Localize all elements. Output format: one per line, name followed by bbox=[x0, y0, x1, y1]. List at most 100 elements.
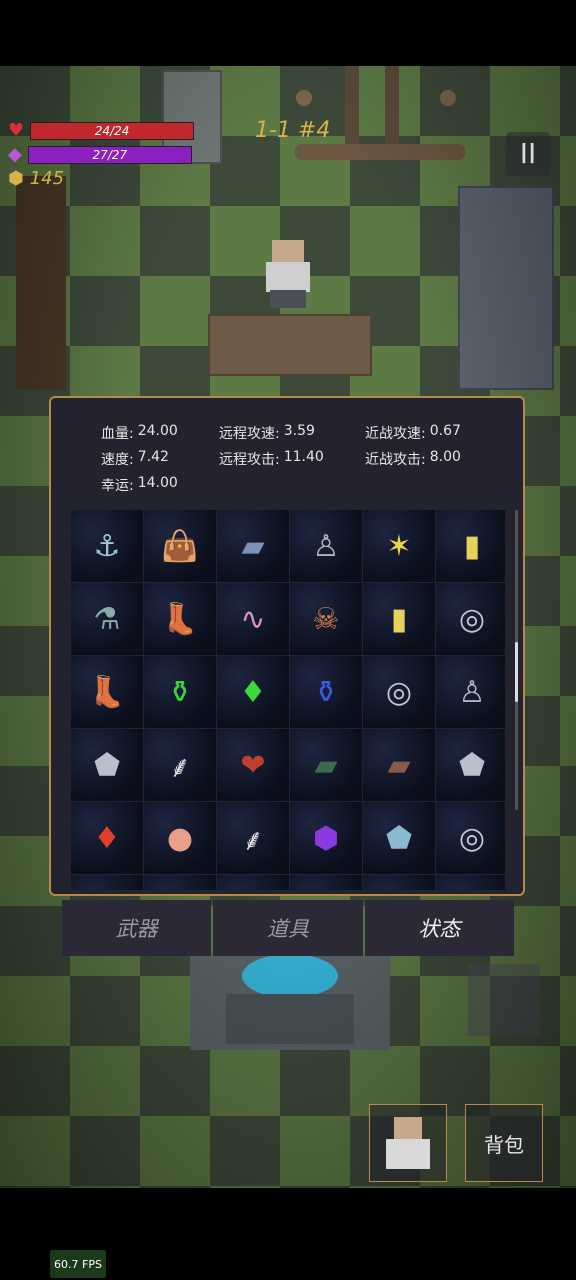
inventory-slot[interactable]: ▮ bbox=[436, 510, 505, 582]
stat-value-ranged-attack: 11.40 bbox=[283, 449, 324, 465]
inventory-grid: ⚓ 👜 ▰ ♙ ✶ ▮ ⚗ 👢 ∿ ☠ ▮ ◎ 👢 ⚱ ♦ ⚱ ◎ ♙ ⬟ ⸙ ❤ ▰ ▰ ⬟ ♦ ● ⸙ ⬢ ⬟ ◎ bbox=[71, 510, 505, 890]
inventory-slot[interactable]: ⚓ bbox=[71, 510, 143, 582]
inventory-slot[interactable]: ⬟ bbox=[363, 802, 435, 874]
inventory-slot[interactable]: ◎ bbox=[436, 802, 505, 874]
inventory-slot[interactable]: ❤ bbox=[217, 729, 289, 801]
tab-status[interactable]: 状态 bbox=[364, 900, 514, 956]
tab-weapons[interactable]: 武器 bbox=[62, 900, 212, 956]
old-man-avatar-icon bbox=[386, 1117, 430, 1169]
silver-ring-icon: ◎ bbox=[458, 601, 486, 637]
inventory-slot[interactable] bbox=[363, 875, 435, 890]
stat-label-hp: 血量: bbox=[101, 426, 134, 442]
silver-ring-icon: ◎ bbox=[385, 674, 413, 710]
inventory-slot[interactable]: ☠ bbox=[290, 583, 362, 655]
fps-counter: 60.7 FPS bbox=[50, 1250, 106, 1278]
portal[interactable] bbox=[190, 954, 390, 1050]
inventory-slot[interactable] bbox=[217, 875, 289, 890]
tab-items[interactable]: 道具 bbox=[213, 900, 363, 956]
inventory-slot[interactable]: ▰ bbox=[363, 729, 435, 801]
inventory-slot[interactable]: ∿ bbox=[217, 583, 289, 655]
yellow-card-icon: ▮ bbox=[463, 528, 481, 564]
stat-value-ranged-speed: 3.59 bbox=[283, 423, 315, 439]
stat-label-melee-speed: 近战攻速: bbox=[365, 426, 426, 442]
crate[interactable] bbox=[468, 964, 540, 1036]
boots-icon: 👢 bbox=[88, 674, 126, 710]
inventory-slot[interactable]: ⬟ bbox=[71, 729, 143, 801]
mp-text: 27/27 bbox=[92, 147, 128, 162]
inventory-slot[interactable]: ◎ bbox=[363, 656, 435, 728]
stat-value-melee-speed: 0.67 bbox=[429, 423, 461, 439]
inventory-slot[interactable]: 👜 bbox=[144, 510, 216, 582]
inventory-slot[interactable]: ✶ bbox=[363, 510, 435, 582]
boots-icon: 👢 bbox=[161, 601, 199, 637]
scrollbar-thumb[interactable] bbox=[515, 642, 518, 702]
silver-ore-icon: ⬟ bbox=[93, 747, 121, 783]
inventory-slot[interactable]: ⸙ bbox=[144, 729, 216, 801]
red-crystal-icon: ♦ bbox=[93, 820, 121, 856]
hp-text: 24/24 bbox=[94, 123, 130, 138]
inventory-slot[interactable]: ▰ bbox=[217, 510, 289, 582]
green-book-icon: ▰ bbox=[314, 747, 338, 783]
green-potion-icon: ⚱ bbox=[167, 674, 193, 710]
inventory-slot[interactable] bbox=[71, 875, 143, 890]
inventory-slot[interactable]: ◎ bbox=[436, 583, 505, 655]
inventory-slot[interactable]: ⚱ bbox=[144, 656, 216, 728]
stat-label-luck: 幸运: bbox=[101, 478, 134, 494]
silver-ring-icon: ◎ bbox=[458, 820, 486, 856]
star-charm-icon: ✶ bbox=[386, 528, 412, 564]
sack-icon: 👜 bbox=[161, 528, 199, 564]
white-feather-icon: ⸙ bbox=[241, 822, 265, 858]
inventory-slot[interactable]: ♙ bbox=[290, 510, 362, 582]
bag-button[interactable]: 背包 bbox=[465, 1104, 543, 1182]
inventory-slot[interactable]: ♦ bbox=[217, 656, 289, 728]
npc-old-man[interactable] bbox=[256, 236, 320, 308]
worm-icon: ∿ bbox=[240, 601, 266, 637]
stats-row: 幸运: 14.00 bbox=[101, 472, 461, 498]
inventory-slot[interactable]: ⚱ bbox=[290, 656, 362, 728]
stat-label-melee-attack: 近战攻击: bbox=[365, 452, 426, 468]
stat-label-speed: 速度: bbox=[101, 452, 134, 468]
inventory-slot[interactable]: ♦ bbox=[71, 802, 143, 874]
inventory-slot[interactable]: ⸙ bbox=[217, 802, 289, 874]
cloak-icon: ♙ bbox=[312, 528, 340, 564]
character-button[interactable] bbox=[369, 1104, 447, 1182]
cloak-icon: ♙ bbox=[458, 674, 486, 710]
blue-ore-icon: ⬟ bbox=[385, 820, 413, 856]
inventory-slot[interactable]: 👢 bbox=[71, 656, 143, 728]
stat-label-ranged-speed: 远程攻速: bbox=[219, 426, 280, 442]
inventory-slot[interactable] bbox=[436, 875, 505, 890]
silver-ore-icon: ⬟ bbox=[458, 747, 486, 783]
pause-button[interactable]: II bbox=[506, 132, 550, 176]
yellow-card-icon: ▮ bbox=[390, 601, 408, 637]
inventory-slot[interactable]: 👢 bbox=[144, 583, 216, 655]
spiky-skull-icon: ☠ bbox=[312, 601, 340, 637]
inventory-slot[interactable] bbox=[144, 875, 216, 890]
brown-book-icon: ▰ bbox=[387, 747, 411, 783]
mana-gem-icon: ◆ bbox=[8, 144, 22, 165]
inventory-slot[interactable]: ⬟ bbox=[436, 729, 505, 801]
white-feather-icon: ⸙ bbox=[168, 749, 192, 785]
inventory-slot[interactable]: ⚗ bbox=[71, 583, 143, 655]
stage-label: 1-1 #4 bbox=[255, 118, 331, 143]
heart-icon: ♥ bbox=[8, 120, 25, 141]
hp-bar: 24/24 bbox=[30, 121, 195, 140]
inventory-slot[interactable]: ▮ bbox=[363, 583, 435, 655]
bookshelf-left bbox=[16, 176, 66, 390]
mp-row: ◆ 27/27 bbox=[8, 144, 192, 165]
apple-icon: ● bbox=[166, 820, 194, 856]
stat-value-speed: 7.42 bbox=[137, 449, 169, 465]
red-heart-relic-icon: ❤ bbox=[240, 747, 266, 783]
shelf-right bbox=[458, 186, 554, 390]
gold-coin-icon: ⬢ bbox=[8, 168, 24, 189]
purple-gem-icon: ⬢ bbox=[312, 820, 340, 856]
inventory-slot[interactable] bbox=[290, 875, 362, 890]
gold-row: ⬢ 145 bbox=[8, 168, 64, 189]
inventory-slot[interactable]: ● bbox=[144, 802, 216, 874]
inventory-slot[interactable]: ⬢ bbox=[290, 802, 362, 874]
inventory-slot[interactable]: ▰ bbox=[290, 729, 362, 801]
inventory-slot[interactable]: ♙ bbox=[436, 656, 505, 728]
gold-count: 145 bbox=[29, 168, 65, 189]
inventory-scrollbar[interactable] bbox=[515, 510, 518, 810]
stats-row: 血量: 24.00 远程攻速: 3.59 近战攻速: 0.67 bbox=[101, 420, 461, 446]
flask-small-icon: ⚗ bbox=[93, 601, 121, 637]
